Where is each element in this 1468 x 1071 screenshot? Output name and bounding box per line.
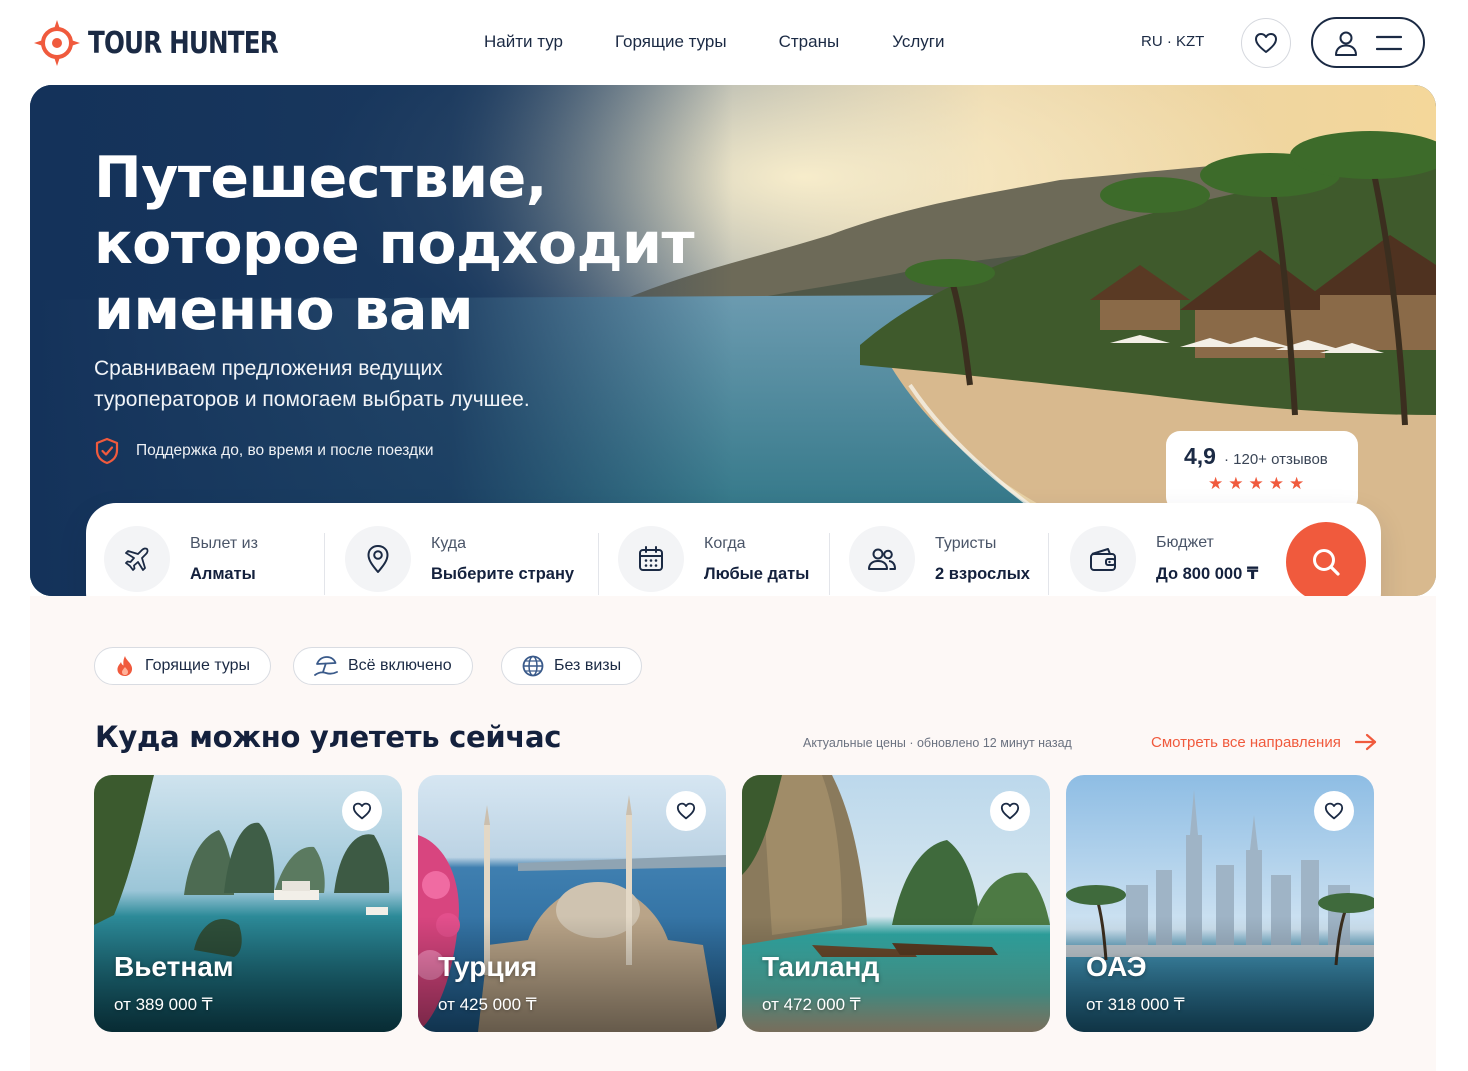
destination-card-vietnam[interactable]: Вьетнам от 389 000 ₸: [94, 775, 402, 1032]
calendar-icon: [639, 546, 663, 571]
heart-icon: [1000, 802, 1020, 820]
divider: [829, 533, 830, 595]
destination-name: Вьетнам: [114, 951, 234, 982]
view-all-destinations-link[interactable]: Смотреть все направления: [1151, 733, 1377, 751]
nav-item-hot-tours[interactable]: Горящие туры: [615, 32, 727, 52]
destination-name: Таиланд: [762, 951, 880, 982]
favorites-button[interactable]: [1241, 18, 1291, 68]
budget-label: Бюджет: [1156, 534, 1214, 551]
support-text: Поддержка до, во время и после поездки: [136, 442, 434, 459]
tourists-label: Туристы: [935, 534, 997, 552]
divider: [1048, 533, 1049, 595]
wallet-icon: [1090, 548, 1116, 571]
dates-value: Любые даты: [704, 564, 810, 583]
passport-icon: [522, 655, 544, 677]
departure-label: Вылет из: [190, 534, 258, 552]
beach-umbrella-icon: [314, 656, 338, 676]
crosshair-icon: [34, 20, 80, 66]
destination-label: Куда: [431, 534, 467, 552]
destination-price: от 472 000 ₸: [762, 995, 861, 1014]
departure-value: Алматы: [190, 564, 256, 583]
destination-price: от 318 000 ₸: [1086, 995, 1185, 1014]
heart-icon: [676, 802, 696, 820]
support-note: Поддержка до, во время и после поездки: [94, 437, 434, 465]
rating-card: 4,9 · 120+ отзывов ★★★★★: [1166, 431, 1358, 511]
plane-icon: [125, 547, 149, 571]
users-icon: [868, 548, 896, 570]
shield-check-icon: [95, 437, 119, 465]
fire-icon: [117, 656, 133, 676]
divider: [598, 533, 599, 595]
prices-updated-note: Актуальные цены · обновлено 12 минут наз…: [803, 736, 1072, 750]
favorite-toggle[interactable]: [1314, 791, 1354, 831]
heart-icon: [352, 802, 372, 820]
main-nav: Найти тур Горящие туры Страны Услуги: [484, 32, 944, 52]
destination-value: Выберите страну: [431, 564, 575, 583]
account-menu-button[interactable]: [1311, 17, 1425, 68]
search-icon: [1313, 549, 1340, 576]
chip-all-inclusive[interactable]: Всё включено: [293, 647, 473, 685]
chip-visa-free[interactable]: Без визы: [501, 647, 643, 685]
nav-item-services[interactable]: Услуги: [892, 32, 944, 52]
brand-name: TOUR HUNTER: [88, 25, 279, 61]
destination-price: от 425 000 ₸: [438, 995, 537, 1014]
destination-name: Турция: [438, 951, 538, 982]
arrow-right-icon: [1354, 733, 1376, 751]
favorite-toggle[interactable]: [990, 791, 1030, 831]
destination-card-uae[interactable]: ОАЭ от 318 000 ₸: [1066, 775, 1374, 1032]
locale-switcher[interactable]: RU · KZT: [1141, 33, 1204, 50]
map-pin-icon: [367, 545, 389, 573]
divider: [324, 533, 325, 595]
dates-field[interactable]: Когда Любые даты: [618, 526, 809, 592]
destination-name: ОАЭ: [1086, 951, 1147, 982]
rating-stars: ★★★★★: [1208, 474, 1310, 493]
nav-item-find-tour[interactable]: Найти тур: [484, 32, 563, 52]
rating-score: 4,9: [1184, 443, 1216, 469]
favorite-toggle[interactable]: [666, 791, 706, 831]
section-title: Куда можно улететь сейчас: [95, 720, 562, 754]
chip-hot-tours[interactable]: Горящие туры: [94, 647, 272, 685]
rating-count: · 120+ отзывов: [1223, 451, 1328, 468]
destination-card-thailand[interactable]: Таиланд от 472 000 ₸: [742, 775, 1050, 1032]
hero-subtitle: Сравниваем предложения ведущих туроперат…: [94, 357, 530, 411]
nav-item-countries[interactable]: Страны: [779, 32, 840, 52]
budget-value: До 800 000 ₸: [1156, 565, 1259, 583]
heart-icon: [1255, 33, 1277, 53]
hero-title: Путешествие, которое подходит именно вам: [94, 145, 695, 343]
destination-card-turkey[interactable]: Турция от 425 000 ₸: [418, 775, 726, 1032]
budget-field[interactable]: Бюджет До 800 000 ₸: [1070, 526, 1258, 592]
favorite-toggle[interactable]: [342, 791, 382, 831]
tourists-value: 2 взрослых: [935, 564, 1030, 583]
hamburger-icon: [1376, 35, 1402, 50]
search-button[interactable]: [1286, 522, 1366, 602]
site-header: TOUR HUNTER Найти тур Горящие туры Стран…: [0, 0, 1468, 86]
destination-price: от 389 000 ₸: [114, 995, 213, 1014]
dates-label: Когда: [704, 534, 746, 552]
departure-field[interactable]: Вылет из Алматы: [104, 526, 258, 592]
heart-icon: [1324, 802, 1344, 820]
tourists-field[interactable]: Туристы 2 взрослых: [849, 526, 1030, 592]
destination-field[interactable]: Куда Выберите страну: [345, 526, 574, 592]
user-icon: [1335, 31, 1357, 56]
logo[interactable]: TOUR HUNTER: [34, 18, 320, 68]
